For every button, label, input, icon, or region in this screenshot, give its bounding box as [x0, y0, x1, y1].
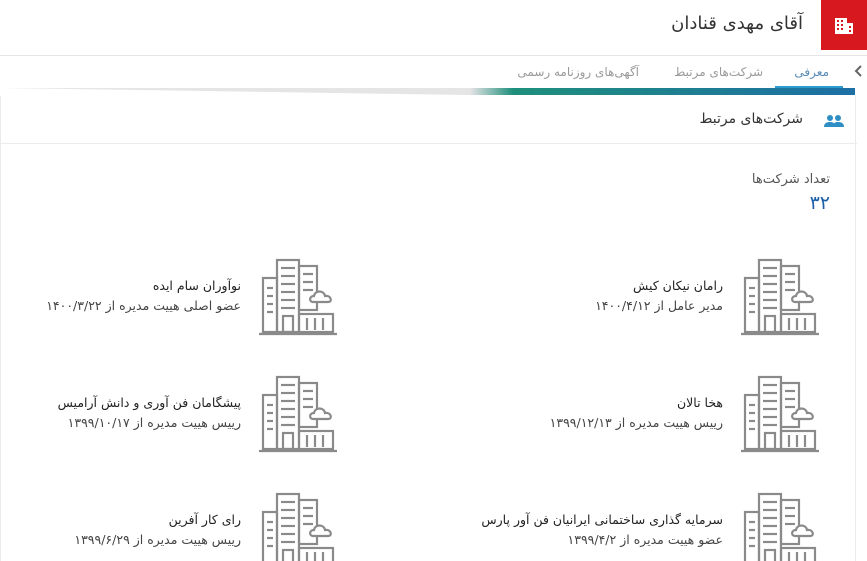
chevron-left-icon[interactable]: [853, 64, 865, 82]
company-role: رییس هییت مدیره از ۱۳۹۹/۱۲/۱۳: [549, 415, 723, 430]
company-card[interactable]: رامان نیکان کیش مدیر عامل از ۱۴۰۰/۴/۱۲: [441, 256, 821, 342]
related-companies-panel: شرکت‌های مرتبط تعداد شرکت‌ها ۳۲ رامان نی…: [0, 96, 857, 561]
tab-bar: معرفی شرکت‌های مرتبط آگهی‌های روزنامه رس…: [0, 56, 867, 92]
company-card[interactable]: رای کار آفرین رییس هییت مدیره از ۱۳۹۹/۶/…: [0, 490, 339, 561]
tab-official-gazette[interactable]: آگهی‌های روزنامه رسمی: [517, 65, 639, 79]
company-card[interactable]: هخا تالان رییس هییت مدیره از ۱۳۹۹/۱۲/۱۳: [441, 373, 821, 459]
company-name[interactable]: رامان نیکان کیش: [633, 278, 723, 293]
building-illustration-icon: [739, 375, 821, 453]
tab-related-companies[interactable]: شرکت‌های مرتبط: [674, 65, 763, 79]
company-name[interactable]: پیشگامان فن آوری و دانش آرامیس: [58, 395, 241, 410]
tab-progress-bar: [0, 88, 855, 95]
company-role: مدیر عامل از ۱۴۰۰/۴/۱۲: [595, 298, 723, 313]
company-card[interactable]: پیشگامان فن آوری و دانش آرامیس رییس هییت…: [0, 373, 339, 459]
building-icon[interactable]: [821, 0, 867, 50]
company-role: رییس هییت مدیره از ۱۳۹۹/۶/۲۹: [74, 532, 241, 547]
company-count-value: ۳۲: [809, 192, 830, 214]
company-count-label: تعداد شرکت‌ها: [751, 172, 830, 187]
company-card[interactable]: نوآوران سام ایده عضو اصلی هییت مدیره از …: [0, 256, 339, 342]
company-name[interactable]: سرمایه گذاری ساختمانی ایرانیان فن آور پا…: [481, 512, 723, 527]
company-role: رییس هییت مدیره از ۱۳۹۹/۱۰/۱۷: [67, 415, 241, 430]
company-name[interactable]: هخا تالان: [677, 395, 723, 410]
building-illustration-icon: [257, 375, 339, 453]
page-title: آقای مهدی قنادان: [671, 13, 803, 34]
building-illustration-icon: [257, 492, 339, 561]
people-icon: [823, 113, 845, 133]
section-header: شرکت‌های مرتبط: [1, 96, 857, 144]
company-card[interactable]: سرمایه گذاری ساختمانی ایرانیان فن آور پا…: [441, 490, 821, 561]
building-illustration-icon: [739, 258, 821, 336]
company-role: عضو اصلی هییت مدیره از ۱۴۰۰/۳/۲۲: [46, 298, 241, 313]
section-title: شرکت‌های مرتبط: [699, 111, 803, 127]
tab-intro[interactable]: معرفی: [794, 65, 829, 79]
building-illustration-icon: [739, 492, 821, 561]
page-header: آقای مهدی قنادان: [0, 0, 867, 56]
company-name[interactable]: نوآوران سام ایده: [153, 278, 241, 293]
company-role: عضو هییت مدیره از ۱۳۹۹/۴/۲: [567, 532, 723, 547]
building-illustration-icon: [257, 258, 339, 336]
company-name[interactable]: رای کار آفرین: [169, 512, 241, 527]
